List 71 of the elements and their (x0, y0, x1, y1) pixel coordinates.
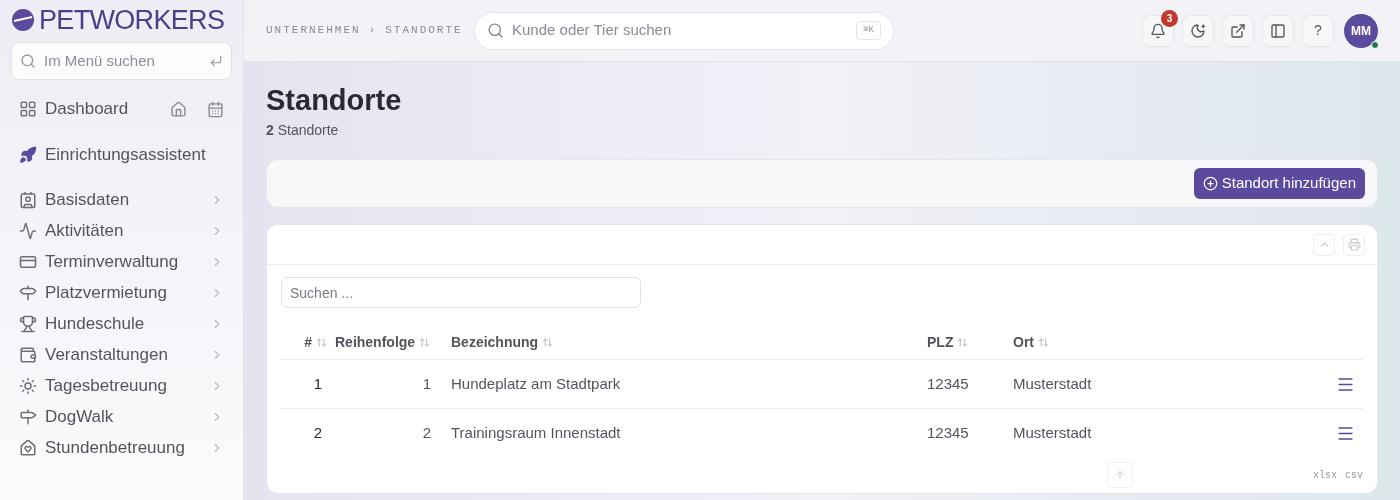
sidebar-item[interactable]: Tagesbetreuung (11, 370, 232, 401)
sort-icon (957, 337, 969, 348)
house-icon (19, 438, 37, 457)
moon-stars-icon (1190, 22, 1206, 39)
sun-icon (19, 376, 37, 395)
wallet-icon (19, 345, 37, 364)
breadcrumb-current: STANDORTE (385, 23, 463, 39)
table-cell-text: 2 (421, 423, 432, 444)
user-avatar[interactable]: MM (1344, 13, 1378, 48)
table-cell-text: 1 (421, 373, 432, 394)
sidebar-item[interactable]: Basisdaten (11, 184, 232, 215)
location-count: 2 Standorte (266, 121, 340, 140)
sort-icon (419, 337, 431, 348)
table-cell-text: Musterstadt (1013, 373, 1093, 394)
rocket-icon (19, 146, 37, 164)
table-search-field[interactable]: Suchen ... (281, 277, 641, 308)
search-icon (20, 53, 36, 69)
menu-search-field[interactable]: Im Menü suchen (44, 49, 201, 73)
sidebar-item[interactable]: Hundeschule (11, 308, 232, 339)
search-icon (487, 22, 504, 39)
sidebar-item[interactable]: Dashboard (11, 86, 232, 132)
sidebar-item[interactable]: DogWalk (11, 401, 232, 432)
help-button[interactable]: ? (1302, 14, 1334, 47)
sort-icon (1038, 337, 1049, 348)
sidebar-item[interactable]: Veranstaltungen (11, 339, 232, 370)
table-cell-text: 12345 (927, 423, 970, 444)
enter-key-icon (209, 54, 223, 68)
sidebar-item[interactable]: Einrichtungsassistent (11, 132, 232, 178)
logo-icon (11, 8, 35, 32)
pulse-icon (19, 221, 37, 240)
bell-icon (1150, 22, 1166, 39)
sort-icon (542, 337, 554, 348)
arrow-up-icon (1113, 469, 1126, 481)
signpost-icon (19, 407, 37, 426)
add-location-button[interactable]: Standort hinzufügen (1193, 168, 1365, 199)
grid-icon (19, 100, 37, 118)
page-title: Standorte (266, 83, 403, 118)
external-link-button[interactable] (1222, 14, 1254, 47)
column-header[interactable]: # (281, 332, 331, 353)
sidebar-item[interactable]: Terminverwaltung (11, 246, 232, 277)
home-icon[interactable] (170, 100, 187, 118)
printer-icon (1347, 238, 1361, 251)
sidebar-panel-icon (1270, 22, 1286, 39)
sidebar-toggle-button[interactable] (1262, 14, 1294, 47)
sidebar-item[interactable]: Stundenbetreuung (11, 432, 232, 463)
notification-count: 3 (1161, 9, 1178, 27)
global-search-field[interactable]: Kunde oder Tier suchen (512, 19, 849, 42)
external-link-icon (1230, 22, 1246, 39)
row-menu-icon[interactable] (1336, 424, 1355, 443)
column-header[interactable]: Reihenfolge (331, 332, 439, 353)
shortcut-key: ⌘K (856, 20, 881, 41)
sidebar-item[interactable]: Platzvermietung (11, 277, 232, 308)
table-cell-text: Hundeplatz am Stadtpark (450, 373, 622, 394)
table-cell-text: Trainingsraum Innenstadt (450, 423, 622, 444)
calendar-icon[interactable] (207, 100, 224, 118)
menu-search-bar[interactable]: Im Menü suchen (11, 42, 232, 80)
breadcrumb-separator: › (368, 23, 378, 39)
signpost-icon (19, 283, 37, 302)
table-cell-text: 12345 (927, 373, 970, 394)
plus-circle-icon (1202, 176, 1218, 191)
trophy-icon (19, 314, 37, 333)
logo-text: PETWORKERS (39, 6, 225, 34)
sidebar-item[interactable]: Aktivitäten (11, 215, 232, 246)
table-cell-text: 2 (312, 423, 324, 444)
table-cell-text: 1 (312, 373, 324, 394)
column-header[interactable]: Bezeichnung (439, 332, 927, 353)
sort-icon (316, 337, 327, 348)
table-cell-text: Musterstadt (1013, 423, 1093, 444)
column-header[interactable]: PLZ (927, 332, 1013, 353)
column-header[interactable]: Ort (1013, 332, 1323, 353)
dark-mode-button[interactable] (1182, 14, 1214, 47)
